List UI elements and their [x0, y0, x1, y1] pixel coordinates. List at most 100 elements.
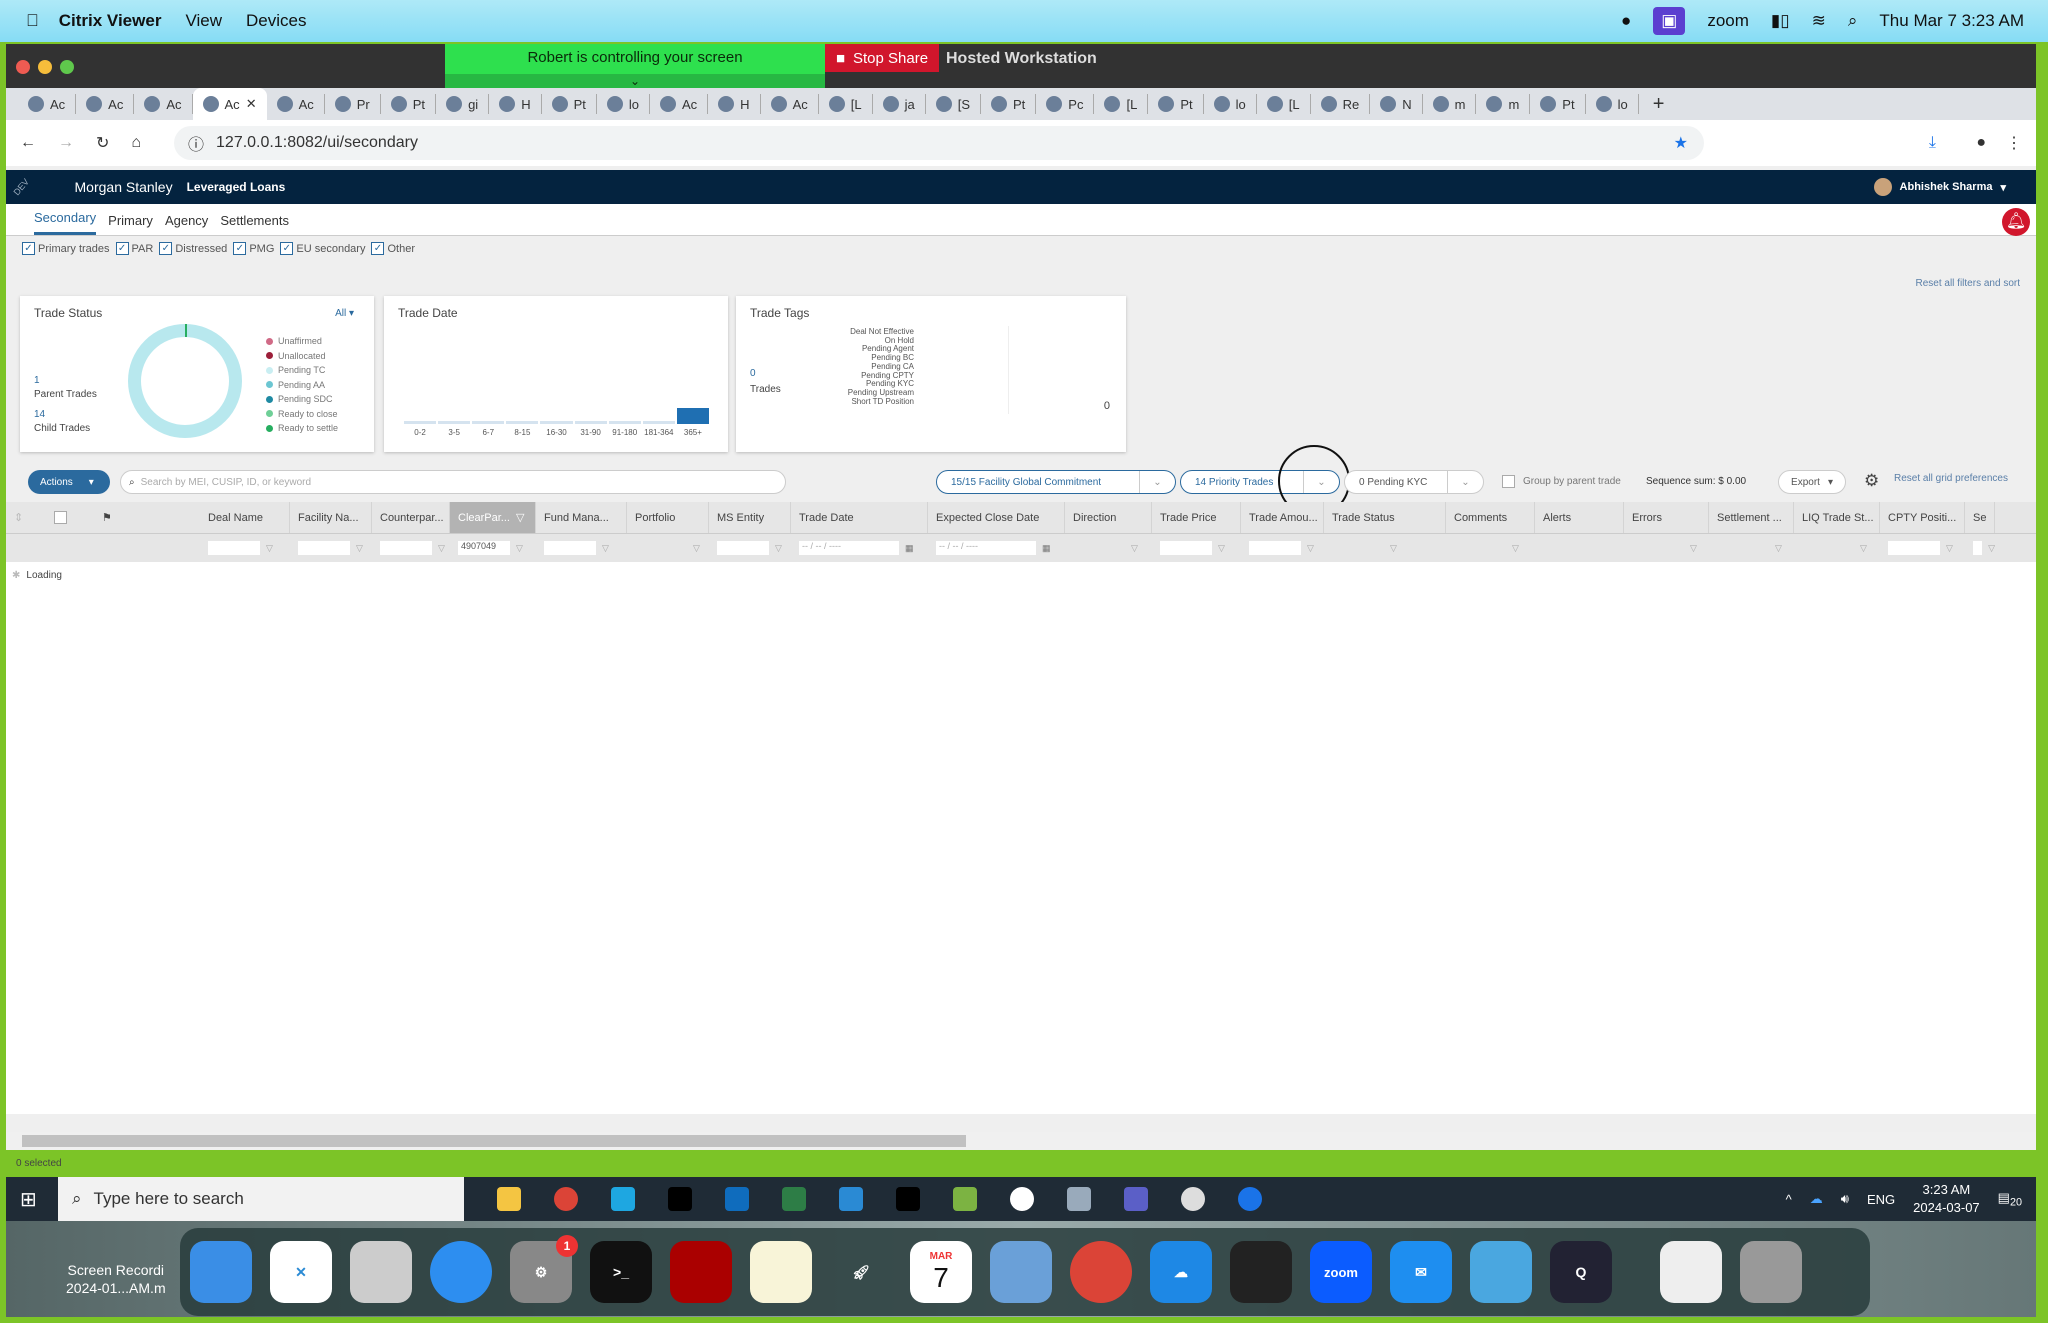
close-window-button[interactable]	[16, 60, 30, 74]
browser-tab[interactable]: ja	[873, 94, 926, 114]
browser-tab[interactable]: Ac	[761, 94, 819, 114]
acrobat-icon[interactable]	[670, 1241, 732, 1303]
column-header[interactable]: LIQ Trade St...	[1794, 502, 1880, 533]
maximize-window-button[interactable]	[60, 60, 74, 74]
filter-icon[interactable]: ▽	[1860, 543, 1867, 554]
file-explorer-icon[interactable]	[497, 1187, 521, 1211]
browser-tab[interactable]: N	[1370, 94, 1423, 114]
flag-icon[interactable]: ⚑	[94, 502, 200, 533]
legend-item[interactable]: Ready to settle	[266, 421, 338, 436]
browser-tab[interactable]: Pt	[1148, 94, 1204, 114]
column-header[interactable]: Trade Date	[791, 502, 928, 533]
menu-kebab-icon[interactable]: ⋮	[2006, 133, 2022, 153]
menu-app[interactable]: Citrix Viewer	[59, 11, 162, 31]
language[interactable]: ENG	[1867, 1192, 1895, 1207]
gear-icon[interactable]: ⚙	[1864, 471, 1879, 491]
safari-icon[interactable]	[430, 1241, 492, 1303]
bar-31-90[interactable]	[574, 421, 607, 424]
filter-icon[interactable]: ▽	[1775, 543, 1782, 554]
app-icon[interactable]	[1181, 1187, 1205, 1211]
tab-settlements[interactable]: Settlements	[220, 213, 289, 235]
column-header[interactable]: Comments	[1446, 502, 1535, 533]
zoom-icon[interactable]: zoom	[1310, 1241, 1372, 1303]
calendar-icon[interactable]: ▦	[905, 543, 914, 554]
filter-checkbox[interactable]: ✓ Primary trades	[22, 242, 110, 255]
bar-6-7[interactable]	[472, 421, 505, 424]
notepad-icon[interactable]	[953, 1187, 977, 1211]
taskbar-search[interactable]: ⌕ Type here to search	[58, 1177, 464, 1221]
filter-input[interactable]	[635, 541, 687, 555]
browser-tab[interactable]: [L	[1257, 94, 1311, 114]
browser-tab[interactable]: Pt	[542, 94, 597, 114]
filter-input[interactable]	[1973, 541, 1983, 555]
filter-icon[interactable]: ▽	[1512, 543, 1519, 554]
user-menu[interactable]: Abhishek Sharma ▾	[1873, 178, 2006, 196]
tab-agency[interactable]: Agency	[165, 213, 208, 235]
filter-input[interactable]	[1249, 541, 1301, 555]
reload-icon[interactable]: ↻	[96, 133, 109, 153]
zoom-menu[interactable]: zoom	[1707, 11, 1749, 31]
column-header[interactable]: MS Entity	[709, 502, 791, 533]
clock[interactable]: Thu Mar 7 3:23 AM	[1879, 11, 2024, 31]
search-icon[interactable]: ⌕	[1848, 11, 1858, 31]
apple-icon[interactable]: 	[26, 11, 39, 31]
browser-tab[interactable]: Pt	[981, 94, 1037, 114]
browser-tab[interactable]: Ac	[650, 94, 709, 114]
scrollbar-thumb[interactable]	[22, 1135, 966, 1147]
browser-tab[interactable]: lo	[1586, 94, 1639, 114]
legend-item[interactable]: Ready to close	[266, 407, 338, 422]
outlook-icon[interactable]	[725, 1187, 749, 1211]
windows-start-icon[interactable]: ⊞	[20, 1187, 37, 1212]
notifications-icon[interactable]: ▤20	[1998, 1190, 2022, 1209]
volume-icon[interactable]: 🔊︎	[1841, 1191, 1849, 1207]
launchpad-icon[interactable]	[350, 1241, 412, 1303]
preview-icon[interactable]	[990, 1241, 1052, 1303]
column-header[interactable]: Direction	[1065, 502, 1152, 533]
browser-tab[interactable]: Ac	[134, 94, 193, 114]
browser-tab[interactable]: [S	[926, 94, 981, 114]
browser-tab[interactable]: [L	[1094, 94, 1149, 114]
filter-input[interactable]	[298, 541, 350, 555]
column-header[interactable]: Expected Close Date	[928, 502, 1065, 533]
browser-tab[interactable]: lo	[597, 94, 650, 114]
filter-input[interactable]	[1073, 541, 1125, 555]
browser-tab[interactable]: lo	[1204, 94, 1257, 114]
filter-icon[interactable]: ▽	[1946, 543, 1953, 554]
browser-tab[interactable]: Ac	[18, 94, 77, 114]
browser-tab[interactable]: [L	[819, 94, 873, 114]
filter-input[interactable]	[1632, 541, 1684, 555]
mail-icon[interactable]: ✉	[1390, 1241, 1452, 1303]
desktop-file[interactable]: Screen Recordi 2024-01...AM.m	[66, 1261, 166, 1297]
browser-tab[interactable]: m	[1423, 94, 1477, 114]
battery-icon[interactable]: ▮▯	[1771, 11, 1790, 31]
column-header[interactable]: Portfolio	[627, 502, 709, 533]
tray-chevron-icon[interactable]: ^	[1786, 1192, 1792, 1207]
status-filter-dropdown[interactable]: All ▾	[335, 308, 354, 319]
browser-tab[interactable]: H	[708, 94, 761, 114]
filter-input[interactable]	[1454, 541, 1506, 555]
column-header[interactable]: Counterpar...	[372, 502, 450, 533]
legend-item[interactable]: Unaffirmed	[266, 334, 338, 349]
filter-input[interactable]	[1888, 541, 1940, 555]
filter-icon[interactable]: ▽	[1218, 543, 1225, 554]
filter-checkbox[interactable]: ✓ PAR	[115, 242, 153, 255]
column-header[interactable]: Alerts	[1535, 502, 1624, 533]
horizontal-scrollbar[interactable]	[6, 1132, 2036, 1150]
minimize-window-button[interactable]	[38, 60, 52, 74]
zoom-icon[interactable]	[1238, 1187, 1262, 1211]
bar-365+[interactable]	[676, 408, 709, 424]
filter-input[interactable]	[208, 541, 260, 555]
chevron-down-icon[interactable]: ⌄	[1447, 471, 1483, 493]
vscode-icon[interactable]	[839, 1187, 863, 1211]
chevron-down-icon[interactable]: ⌄	[1139, 471, 1175, 493]
filter-input[interactable]: 4907049	[458, 541, 510, 555]
filter-icon[interactable]: ▽	[516, 543, 523, 554]
filter-icon[interactable]: ▽	[1307, 543, 1314, 554]
column-header[interactable]: Trade Status	[1324, 502, 1446, 533]
bookmark-star-icon[interactable]: ★	[1674, 133, 1688, 153]
vscode-icon[interactable]: ✕	[270, 1241, 332, 1303]
menu-view[interactable]: View	[185, 11, 222, 31]
onedrive-icon[interactable]: ☁	[1810, 1191, 1823, 1207]
filter-input[interactable]	[1160, 541, 1212, 555]
column-header[interactable]: CPTY Positi...	[1880, 502, 1965, 533]
